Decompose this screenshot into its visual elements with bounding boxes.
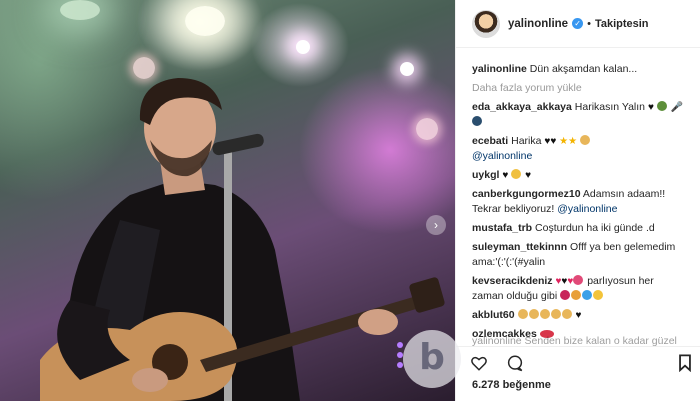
post-header: yalinonline ✓ • Takiptesin [456, 0, 700, 48]
hand-emoji-icon [528, 309, 539, 319]
comment-username[interactable]: eda_akkaya_akkaya [472, 101, 572, 113]
star-emoji-icon: ★★ [559, 136, 578, 147]
post-author-username[interactable]: yalinonline [508, 18, 568, 30]
list-item: suleyman_ttekinnn Offf ya ben gelemedim … [472, 240, 684, 270]
heart-emoji-icon [560, 290, 571, 300]
comment-mention-link[interactable]: @yalinonline [557, 203, 617, 215]
black-heart-emoji-icon: ♥♥ [544, 136, 557, 147]
emoji-icon [472, 116, 482, 126]
black-heart-emoji-icon: ♥ [575, 310, 582, 321]
comment-username[interactable]: uykgl [472, 169, 499, 181]
caption-username[interactable]: yalinonline [472, 63, 527, 75]
verified-badge-icon: ✓ [572, 18, 584, 29]
hand-emoji-icon [561, 309, 572, 319]
hand-emoji-icon [517, 309, 528, 319]
black-heart-emoji-icon: ♥ [647, 102, 654, 113]
emoji-icon [511, 169, 522, 179]
black-heart-emoji-icon: ♥ [502, 170, 509, 181]
emoji-icon [571, 290, 582, 300]
black-heart-emoji-icon: ♥ [525, 170, 532, 181]
list-item: eda_akkaya_akkaya Harikasın Yalın ♥ 🎤 [472, 100, 684, 130]
comment-username[interactable]: akblut60 [472, 309, 515, 321]
hand-emoji-icon [580, 135, 591, 145]
comment-username[interactable]: mustafa_trb [472, 222, 532, 234]
avatar[interactable] [472, 9, 500, 38]
post-actions-bar [456, 346, 700, 378]
caption: yalinonline Dün akşamdan kalan... [472, 62, 684, 77]
heart-outline-icon[interactable] [470, 354, 488, 372]
comment-username[interactable]: canberkgungormez10 [472, 188, 581, 200]
emoji-icon [593, 290, 604, 300]
list-item: uykgl ♥ ♥ [472, 168, 684, 183]
caption-text: Dün akşamdan kalan... [529, 63, 638, 75]
list-item: ecebati Harika ♥♥ ★★ @yalinonline [472, 134, 684, 164]
list-item: canberkgungormez10 Adamsın adaam!! Tekra… [472, 187, 684, 217]
hand-emoji-icon [539, 309, 550, 319]
comment-bubble-icon[interactable] [506, 354, 524, 372]
likes-count[interactable]: 6.278 beğenme [472, 379, 551, 391]
comment-username[interactable]: kevseracikdeniz [472, 275, 553, 287]
microphone-emoji-icon: 🎤 [670, 102, 684, 113]
next-photo-arrow[interactable]: › [426, 215, 446, 235]
comment-mention-link[interactable]: @yalinonline [472, 150, 532, 162]
bookmark-icon[interactable] [678, 354, 692, 372]
load-more-comments-link[interactable]: Daha fazla yorum yükle [472, 82, 684, 94]
post-photo[interactable]: › [0, 0, 455, 401]
comment-text: Coşturdun ha iki günde .d [535, 222, 655, 234]
performer-illustration [40, 78, 445, 401]
watermark-logo: b [403, 330, 461, 388]
comments-list: yalinonline Dün akşamdan kalan... Daha f… [456, 48, 700, 342]
separator-dot: • [587, 17, 591, 30]
comment-text: Harikasın Yalın [574, 101, 646, 113]
hand-emoji-icon [550, 309, 561, 319]
post-side-panel: yalinonline ✓ • Takiptesin yalinonline D… [455, 0, 700, 401]
blue-heart-emoji-icon [582, 290, 593, 300]
list-item: kevseracikdeniz ♥♥♥ parlıyosun her zaman… [472, 274, 684, 304]
heart-emoji-icon [573, 275, 584, 285]
comment-username[interactable]: suleyman_ttekinnn [472, 241, 567, 253]
follow-status-button[interactable]: Takiptesin [595, 18, 649, 30]
comment-text: Harika [511, 135, 542, 147]
list-item: mustafa_trb Coşturdun ha iki günde .d [472, 221, 684, 236]
list-item: akblut60 ♥ [472, 308, 684, 323]
emoji-icon [656, 101, 667, 111]
comment-username[interactable]: ecebati [472, 135, 508, 147]
